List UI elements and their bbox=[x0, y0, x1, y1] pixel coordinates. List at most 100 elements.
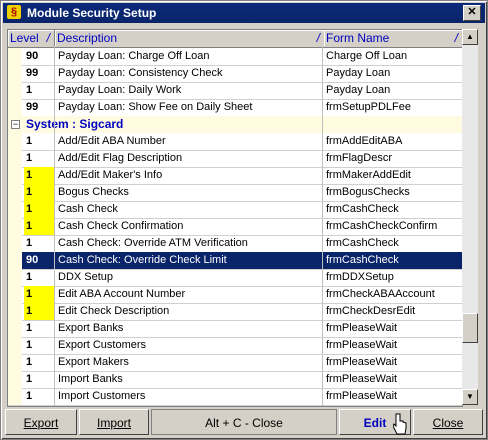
level-cell: 1 bbox=[26, 84, 33, 96]
description-cell: Edit ABA Account Number bbox=[58, 288, 186, 300]
form-name-cell: frmDDXSetup bbox=[326, 271, 394, 283]
group-label: System : Sigcard bbox=[26, 117, 124, 131]
form-name-cell: Payday Loan bbox=[326, 67, 391, 79]
table-row[interactable]: 1 Export Customers frmPleaseWait bbox=[8, 337, 462, 355]
grid-header: Level / Description / Form Name / bbox=[8, 30, 462, 48]
form-name-cell: frmPleaseWait bbox=[326, 373, 398, 385]
table-row[interactable]: 1 Cash Check: Override ATM Verification fr… bbox=[8, 235, 462, 253]
table-row[interactable]: 1 Add/Edit Maker's Info frmMakerAddEdit bbox=[8, 167, 462, 185]
row-gutter bbox=[8, 65, 22, 82]
description-cell: Payday Loan: Charge Off Loan bbox=[58, 50, 210, 62]
vertical-scrollbar[interactable]: ▲ ▼ bbox=[462, 29, 478, 405]
column-divider bbox=[54, 47, 55, 406]
scrollbar-thumb[interactable] bbox=[462, 313, 478, 343]
table-row[interactable]: 99 Payday Loan: Consistency Check Payday L… bbox=[8, 65, 462, 83]
column-label-form-name: Form Name bbox=[326, 31, 390, 45]
level-cell: 1 bbox=[26, 271, 33, 283]
row-gutter bbox=[8, 388, 22, 405]
level-cell: 1 bbox=[26, 373, 33, 385]
description-cell: Bogus Checks bbox=[58, 186, 129, 198]
column-header-form-name[interactable]: Form Name / bbox=[324, 30, 462, 46]
button-bar: Export Import Alt + C - Close Edit Close bbox=[3, 409, 485, 437]
level-cell: 1 bbox=[24, 286, 54, 303]
description-cell: Export Banks bbox=[58, 322, 124, 334]
row-gutter bbox=[8, 252, 22, 269]
level-cell: 90 bbox=[24, 252, 54, 269]
table-row[interactable]: 90 Payday Loan: Charge Off Loan Charge Off… bbox=[8, 48, 462, 66]
table-row[interactable]: 99 Payday Loan: Show Fee on Daily Sheet fr… bbox=[8, 99, 462, 117]
scroll-down-icon[interactable]: ▼ bbox=[462, 389, 478, 405]
row-gutter bbox=[8, 167, 22, 184]
table-row[interactable]: 1 Export Makers frmPleaseWait bbox=[8, 354, 462, 372]
row-gutter bbox=[8, 218, 22, 235]
level-cell: 1 bbox=[26, 135, 33, 147]
row-gutter bbox=[8, 354, 22, 371]
table-row[interactable]: 1 Add/Edit ABA Number frmAddEditABA bbox=[8, 133, 462, 151]
table-row[interactable]: 1 Export Banks frmPleaseWait bbox=[8, 320, 462, 338]
scroll-up-icon[interactable]: ▲ bbox=[462, 29, 478, 45]
level-cell: 1 bbox=[24, 201, 54, 218]
level-cell: 1 bbox=[26, 390, 33, 402]
form-name-cell: frmBogusChecks bbox=[326, 186, 410, 198]
row-gutter bbox=[8, 201, 22, 218]
description-cell: Cash Check: Override ATM Verification bbox=[58, 237, 248, 249]
module-security-window: § Module Security Setup ✕ Level / Descri… bbox=[0, 0, 488, 440]
group-row-system-sigcard[interactable]: − System : Sigcard bbox=[8, 116, 462, 133]
row-gutter bbox=[8, 269, 22, 286]
form-name-cell: Payday Loan bbox=[326, 84, 391, 96]
form-name-cell: frmCashCheck bbox=[326, 203, 399, 215]
column-header-description[interactable]: Description / bbox=[55, 30, 325, 46]
sort-icon: / bbox=[316, 31, 320, 45]
description-cell: DDX Setup bbox=[58, 271, 114, 283]
close-label: Close bbox=[432, 416, 464, 430]
table-row[interactable]: 90 Cash Check: Override Check Limit frmCas… bbox=[8, 252, 462, 270]
description-cell: Export Makers bbox=[58, 356, 129, 368]
description-cell: Cash Check bbox=[58, 203, 118, 215]
collapse-icon[interactable]: − bbox=[11, 120, 20, 129]
form-name-cell: frmMakerAddEdit bbox=[326, 169, 411, 181]
close-button[interactable]: Close bbox=[413, 409, 483, 435]
form-name-cell: frmCheckABAAccount bbox=[326, 288, 435, 300]
table-row[interactable]: 1 Import Customers frmPleaseWait bbox=[8, 388, 462, 406]
description-cell: Cash Check Confirmation bbox=[58, 220, 184, 232]
form-name-cell: frmCashCheckConfirm bbox=[326, 220, 438, 232]
column-header-level[interactable]: Level / bbox=[8, 30, 55, 46]
level-cell: 1 bbox=[24, 167, 54, 184]
table-row[interactable]: 1 Edit Check Description frmCheckDesrEdit bbox=[8, 303, 462, 321]
import-label: Import bbox=[96, 416, 131, 430]
form-name-cell: Charge Off Loan bbox=[326, 50, 408, 62]
window-title: Module Security Setup bbox=[27, 6, 157, 20]
table-row[interactable]: 1 Edit ABA Account Number frmCheckABAAccou… bbox=[8, 286, 462, 304]
row-gutter bbox=[8, 99, 22, 116]
table-row[interactable]: 1 Cash Check Confirmation frmCashCheckConf… bbox=[8, 218, 462, 236]
level-cell: 1 bbox=[26, 152, 33, 164]
row-gutter bbox=[8, 337, 22, 354]
level-cell: 1 bbox=[26, 339, 33, 351]
form-name-cell: frmSetupPDLFee bbox=[326, 101, 411, 113]
row-gutter bbox=[8, 235, 22, 252]
table-row[interactable]: 1 DDX Setup frmDDXSetup bbox=[8, 269, 462, 287]
security-grid: Level / Description / Form Name / 90 Payd… bbox=[7, 29, 463, 407]
form-name-cell: frmFlagDescr bbox=[326, 152, 393, 164]
level-cell: 1 bbox=[24, 218, 54, 235]
table-row[interactable]: 1 Import Banks frmPleaseWait bbox=[8, 371, 462, 389]
row-gutter bbox=[8, 320, 22, 337]
table-row[interactable]: 1 Bogus Checks frmBogusChecks bbox=[8, 184, 462, 202]
description-cell: Import Banks bbox=[58, 373, 123, 385]
table-row[interactable]: 1 Add/Edit Flag Description frmFlagDescr bbox=[8, 150, 462, 168]
table-row[interactable]: 1 Cash Check frmCashCheck bbox=[8, 201, 462, 219]
title-bar: § Module Security Setup ✕ bbox=[3, 3, 485, 23]
mouse-cursor-icon bbox=[393, 413, 407, 435]
close-icon[interactable]: ✕ bbox=[463, 5, 481, 21]
form-name-cell: frmPleaseWait bbox=[326, 322, 398, 334]
column-label-description: Description bbox=[57, 31, 118, 45]
export-button[interactable]: Export bbox=[5, 409, 77, 435]
description-cell: Import Customers bbox=[58, 390, 146, 402]
import-button[interactable]: Import bbox=[79, 409, 149, 435]
row-gutter bbox=[8, 371, 22, 388]
table-row[interactable]: 1 Payday Loan: Daily Work Payday Loan bbox=[8, 82, 462, 100]
sort-icon: / bbox=[46, 31, 50, 45]
column-label-level: Level bbox=[10, 31, 39, 45]
form-name-cell: frmAddEditABA bbox=[326, 135, 403, 147]
column-divider bbox=[322, 47, 323, 406]
